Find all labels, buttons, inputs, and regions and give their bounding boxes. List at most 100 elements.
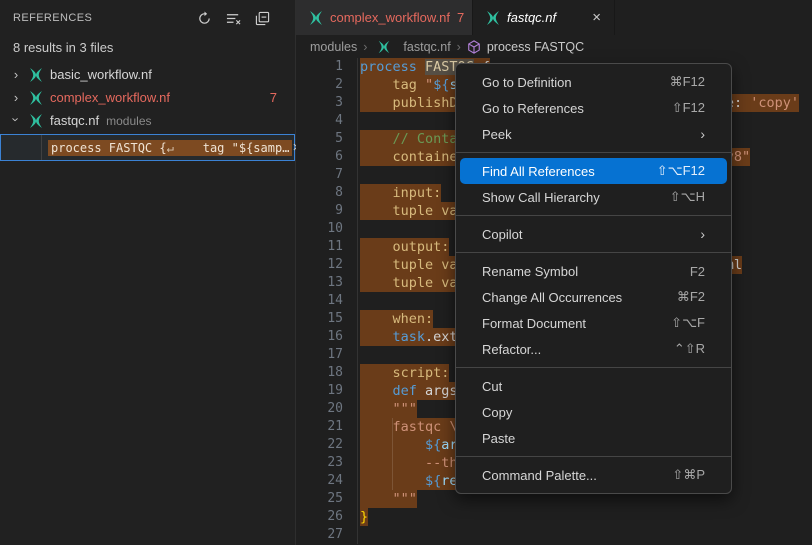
menu-item-label: Paste [482, 431, 515, 446]
return-glyph-icon: ↵ [167, 141, 174, 155]
reference-range-highlight: } [360, 508, 368, 526]
code-line[interactable]: 27 [296, 526, 812, 544]
code-token [417, 77, 425, 93]
clear-all-icon[interactable] [224, 9, 242, 27]
file-name: basic_workflow.nf [50, 67, 152, 82]
reference-range-highlight: """ [360, 490, 417, 508]
menu-separator [456, 367, 731, 368]
code-line-content: script: [358, 364, 449, 382]
code-token [360, 491, 393, 507]
code-line-content: output: [358, 238, 449, 256]
line-number: 27 [296, 526, 358, 544]
indent-guide [392, 418, 393, 490]
reference-range-highlight: input: [360, 184, 441, 202]
menu-item-label: Format Document [482, 316, 586, 331]
menu-item-label: Peek [482, 127, 512, 142]
code-line[interactable]: 26} [296, 508, 812, 526]
chevron-down-icon[interactable]: › [9, 112, 24, 128]
close-tab-icon[interactable]: × [591, 9, 602, 26]
menu-item-keybinding: ⇧⌥F [671, 315, 705, 331]
code-token [360, 329, 393, 345]
tab-fastqc[interactable]: fastqc.nf × [473, 0, 615, 35]
tree-item-file[interactable]: › fastqc.nf modules [0, 109, 295, 132]
menu-item-peek[interactable]: Peek › [460, 121, 727, 147]
menu-item-label: Copilot [482, 227, 522, 242]
menu-item-label: Command Palette... [482, 468, 597, 483]
code-token [360, 185, 393, 201]
menu-item-label: Go to References [482, 101, 584, 116]
chevron-right-icon[interactable]: › [8, 67, 24, 82]
code-token: output: [393, 239, 450, 255]
code-token [360, 257, 393, 273]
line-number: 4 [296, 112, 358, 130]
line-number: 15 [296, 310, 358, 328]
references-panel: REFERENCES [0, 0, 296, 545]
menu-item-keybinding: ⌃⇧R [674, 341, 705, 357]
chevron-right-icon[interactable]: › [8, 90, 24, 105]
file-description: modules [106, 114, 151, 128]
menu-separator [456, 252, 731, 253]
menu-item-label: Copy [482, 405, 512, 420]
code-token: process [360, 59, 425, 75]
code-token: 'copy' [750, 95, 799, 111]
reference-result-item[interactable]: process FASTQC {↵ tag "${samp… × [0, 134, 295, 161]
menu-item-keybinding: ⇧⌘P [672, 467, 705, 483]
code-token [360, 203, 393, 219]
code-line-content: when: [358, 310, 433, 328]
menu-separator [456, 456, 731, 457]
menu-item-keybinding: F2 [690, 264, 705, 279]
tab-complex-workflow[interactable]: complex_workflow.nf 7 [296, 0, 473, 35]
breadcrumb-symbol[interactable]: process FASTQC [487, 40, 584, 54]
menu-item-cut[interactable]: Cut [460, 373, 727, 399]
refresh-icon[interactable] [195, 9, 213, 27]
code-token [360, 419, 393, 435]
tree-indent-guide [41, 135, 42, 160]
panel-title: REFERENCES [13, 12, 92, 24]
reference-range-highlight: fastqc \ [360, 418, 458, 436]
menu-item-find-all-references[interactable]: Find All References⇧⌥F12 [460, 158, 727, 184]
menu-item-command-palette[interactable]: Command Palette... ⇧⌘P [460, 462, 727, 488]
line-number: 21 [296, 418, 358, 436]
submenu-chevron-right-icon: › [700, 126, 705, 142]
line-number: 16 [296, 328, 358, 346]
menu-item-paste[interactable]: Paste [460, 425, 727, 451]
tab-problem-badge: 7 [457, 10, 464, 25]
code-token [360, 311, 393, 327]
tree-item-file[interactable]: › basic_workflow.nf [0, 63, 295, 86]
line-number: 2 [296, 76, 358, 94]
file-name: fastqc.nf [50, 113, 99, 128]
menu-item-show-call-hierarchy[interactable]: Show Call Hierarchy⇧⌥H [460, 184, 727, 210]
menu-item-refactor[interactable]: Refactor...⌃⇧R [460, 336, 727, 362]
tab-bar: complex_workflow.nf 7 fastqc.nf × [296, 0, 812, 35]
menu-item-rename-symbol[interactable]: Rename Symbol F2 [460, 258, 727, 284]
line-number: 25 [296, 490, 358, 508]
editor-context-menu: Go to Definition⌘F12Go to References⇧F12… [455, 63, 732, 494]
tree-item-file[interactable]: ›complex_workflow.nf7 [0, 86, 295, 109]
menu-item-format-document[interactable]: Format Document ⇧⌥F [460, 310, 727, 336]
collapse-all-icon[interactable] [253, 9, 271, 27]
menu-item-copy[interactable]: Copy [460, 399, 727, 425]
menu-item-go-to-references[interactable]: Go to References⇧F12 [460, 95, 727, 121]
menu-item-copilot[interactable]: Copilot› [460, 221, 727, 247]
nextflow-file-icon [28, 113, 44, 129]
breadcrumb-folder[interactable]: modules [310, 40, 357, 54]
line-number: 11 [296, 238, 358, 256]
line-number: 10 [296, 220, 358, 238]
line-number: 26 [296, 508, 358, 526]
line-number: 7 [296, 166, 358, 184]
menu-item-change-all-occurrences[interactable]: Change All Occurrences⌘F2 [460, 284, 727, 310]
panel-toolbar [195, 9, 285, 27]
menu-item-go-to-definition[interactable]: Go to Definition⌘F12 [460, 69, 727, 95]
line-number: 1 [296, 58, 358, 76]
code-line-content: """ [358, 490, 417, 508]
reference-range-highlight: script: [360, 364, 449, 382]
breadcrumb: modules › fastqc.nf › process FASTQC [296, 35, 812, 58]
line-number: 13 [296, 274, 358, 292]
menu-item-label: Rename Symbol [482, 264, 578, 279]
menu-item-label: Show Call Hierarchy [482, 190, 600, 205]
nextflow-file-icon [28, 90, 44, 106]
result-count-badge: 7 [270, 90, 277, 105]
breadcrumb-file[interactable]: fastqc.nf [403, 40, 450, 54]
code-token [360, 131, 393, 147]
menu-item-keybinding: ⌘F12 [670, 74, 705, 90]
